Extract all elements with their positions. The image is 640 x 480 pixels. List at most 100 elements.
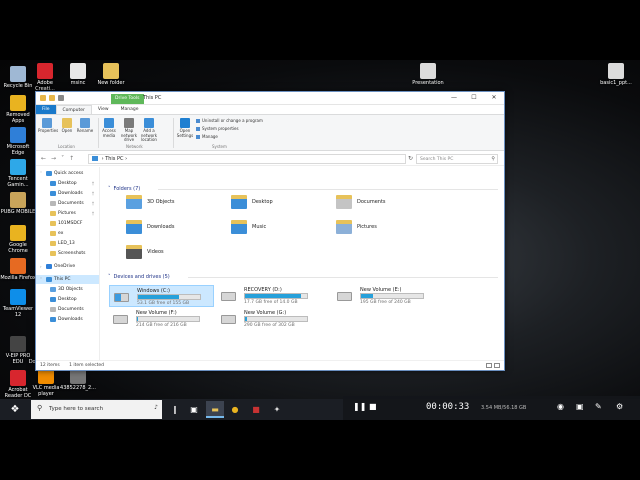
nav-item[interactable]: 101MSDCF [36, 219, 83, 228]
maximize-button[interactable]: ☐ [464, 92, 484, 104]
nav-item[interactable]: Desktop † [36, 179, 94, 188]
letterbox-bottom [0, 420, 640, 480]
settings-gear-icon[interactable]: ⚙ [616, 402, 623, 411]
desktop-icon[interactable]: Mozilla Firefox [0, 258, 36, 281]
up-button[interactable]: ↑ [69, 155, 74, 162]
desktop-icon[interactable]: Removed Apps [0, 95, 36, 124]
desktop-icon[interactable]: msinc [60, 63, 96, 86]
expand-chevron-icon[interactable]: › [40, 264, 44, 269]
folder-item[interactable]: Documents [336, 195, 386, 209]
nav-item[interactable]: Documents [36, 305, 84, 314]
drive-item[interactable]: New Volume (E:) 195 GB free of 240 GB [333, 285, 438, 307]
ribbon-button-network-drive[interactable]: Map network drive [120, 118, 138, 143]
taskbar-search-placeholder: Type here to search [49, 406, 104, 412]
nav-item[interactable]: Pictures † [36, 209, 94, 218]
desktop-icon[interactable]: Google Chrome [0, 225, 36, 254]
minimize-button[interactable]: — [444, 92, 464, 104]
system-properties-button[interactable]: System properties [196, 126, 239, 131]
folder-item[interactable]: 3D Objects [126, 195, 175, 209]
desktop-icon[interactable]: basic1_ppt... [598, 63, 634, 86]
address-bar[interactable]: › This PC › [88, 154, 406, 164]
chrome-icon[interactable]: ● [226, 401, 244, 418]
expand-chevron-icon[interactable]: ˅ [40, 277, 44, 282]
ribbon-button-media[interactable]: Access media [100, 118, 118, 138]
nav-item-label: Downloads [58, 317, 83, 322]
nav-item[interactable]: Downloads [36, 315, 83, 324]
customize-qat-icon[interactable] [58, 95, 64, 101]
ribbon-button-properties[interactable]: Properties [38, 118, 58, 134]
nav-item[interactable]: ex [36, 229, 63, 238]
folders-section-header[interactable]: ˅ Folders (7) [108, 186, 498, 192]
tab-computer[interactable]: Computer [55, 105, 92, 114]
back-button[interactable]: ← [41, 155, 46, 162]
nav-item[interactable]: 3D Objects [36, 285, 83, 294]
drive-item[interactable]: New Volume (F:) 214 GB free of 216 GB [109, 308, 214, 330]
taskbar-search-box[interactable]: ⚲ Type here to search ♪ [31, 400, 162, 419]
chrome-icon [10, 225, 26, 241]
details-view-icon[interactable] [486, 363, 492, 368]
tab-manage[interactable]: Manage [115, 105, 145, 114]
screen-recorder-bar: ❚❚ ■ 00:00:33 3.54 MB/56.18 GB ◉ ▣ ✎ ⚙ [343, 396, 640, 420]
title-bar[interactable]: Drive Tools This PC — ☐ ✕ [36, 92, 504, 105]
new-folder-qat-icon[interactable] [49, 95, 55, 101]
drive-item[interactable]: Windows (C:) 53.1 GB free of 155 GB [109, 285, 214, 307]
folder-item[interactable]: Music [231, 220, 266, 234]
expand-chevron-icon[interactable]: ˅ [40, 171, 44, 176]
open-icon [62, 118, 72, 128]
screenshot-icon[interactable]: ▣ [576, 402, 584, 411]
task-view-icon[interactable]: ❙ [166, 401, 184, 418]
drive-tools-tab[interactable]: Drive Tools [111, 94, 144, 104]
nav-item[interactable]: Documents † [36, 199, 94, 208]
close-button[interactable]: ✕ [484, 92, 504, 104]
desktop-icon[interactable]: VLC media player [28, 368, 64, 397]
ribbon-button-network-location[interactable]: Add a network location [140, 118, 158, 143]
recent-locations-button[interactable]: ˅ [61, 155, 64, 162]
start-button[interactable]: ❖ [0, 399, 30, 420]
nav-item[interactable]: Desktop [36, 295, 77, 304]
desktop-icon[interactable]: PUBG MOBILE [0, 192, 36, 215]
nav-item[interactable]: LED_13 [36, 239, 75, 248]
drive-usage-fill [137, 317, 138, 321]
desktop-icon[interactable]: Presentation [410, 63, 446, 86]
drive-item[interactable]: New Volume (G:) 290 GB free of 302 GB [217, 308, 322, 330]
store-icon[interactable]: ▣ [185, 401, 203, 418]
nav-item[interactable]: ˅ Quick access [36, 169, 83, 178]
nav-item[interactable]: Screenshots [36, 249, 86, 258]
desktop-icon[interactable]: Tencent Gamin... [0, 159, 36, 188]
tab-file[interactable]: File [36, 105, 56, 114]
properties-qat-icon[interactable] [40, 95, 46, 101]
tool-app-icon[interactable]: ✦ [268, 401, 286, 418]
star-icon [46, 171, 52, 176]
tab-view[interactable]: View [92, 105, 115, 114]
camera-icon[interactable]: ◉ [557, 402, 564, 411]
folder-item[interactable]: Videos [126, 245, 164, 259]
drives-section-header[interactable]: ˅ Devices and drives (5) [108, 274, 498, 280]
folder-item[interactable]: Pictures [336, 220, 377, 234]
search-input[interactable]: Search This PC ⚲ [416, 154, 498, 164]
stop-icon[interactable]: ■ [369, 402, 377, 411]
uninstall-program-button[interactable]: Uninstall or change a program [196, 118, 263, 123]
drive-item[interactable]: RECOVERY (D:) 17.7 GB free of 14.0 GB [217, 285, 322, 307]
folder-item[interactable]: Downloads [126, 220, 174, 234]
ribbon-button-rename[interactable]: Rename [76, 118, 94, 134]
forward-button[interactable]: → [51, 155, 56, 162]
desktop-icon[interactable]: 43852278_2... [60, 368, 96, 391]
desktop-icon[interactable]: New folder [93, 63, 129, 86]
ribbon-button-gear[interactable]: Open Settings [176, 118, 194, 138]
folder-item[interactable]: Desktop [231, 195, 273, 209]
nav-item[interactable]: ˅ This PC [36, 275, 99, 284]
manage-button[interactable]: Manage [196, 134, 218, 139]
microphone-icon[interactable]: ♪ [154, 404, 158, 411]
file-explorer-icon[interactable]: ▬ [206, 401, 224, 418]
media-app-icon[interactable]: ■ [247, 401, 265, 418]
ribbon-button-open[interactable]: Open [58, 118, 76, 134]
nav-item[interactable]: › OneDrive [36, 262, 75, 271]
desktop-icon[interactable]: TeamViewer 12 [0, 289, 36, 318]
pause-icon[interactable]: ❚❚ [353, 402, 366, 411]
desktop-icon[interactable]: Microsoft Edge [0, 127, 36, 156]
refresh-button[interactable]: ↻ [408, 155, 413, 162]
draw-icon[interactable]: ✎ [595, 402, 602, 411]
desktop-icon[interactable]: Adobe Creati... [27, 63, 63, 92]
large-icons-view-icon[interactable] [494, 363, 500, 368]
nav-item[interactable]: Downloads † [36, 189, 94, 198]
